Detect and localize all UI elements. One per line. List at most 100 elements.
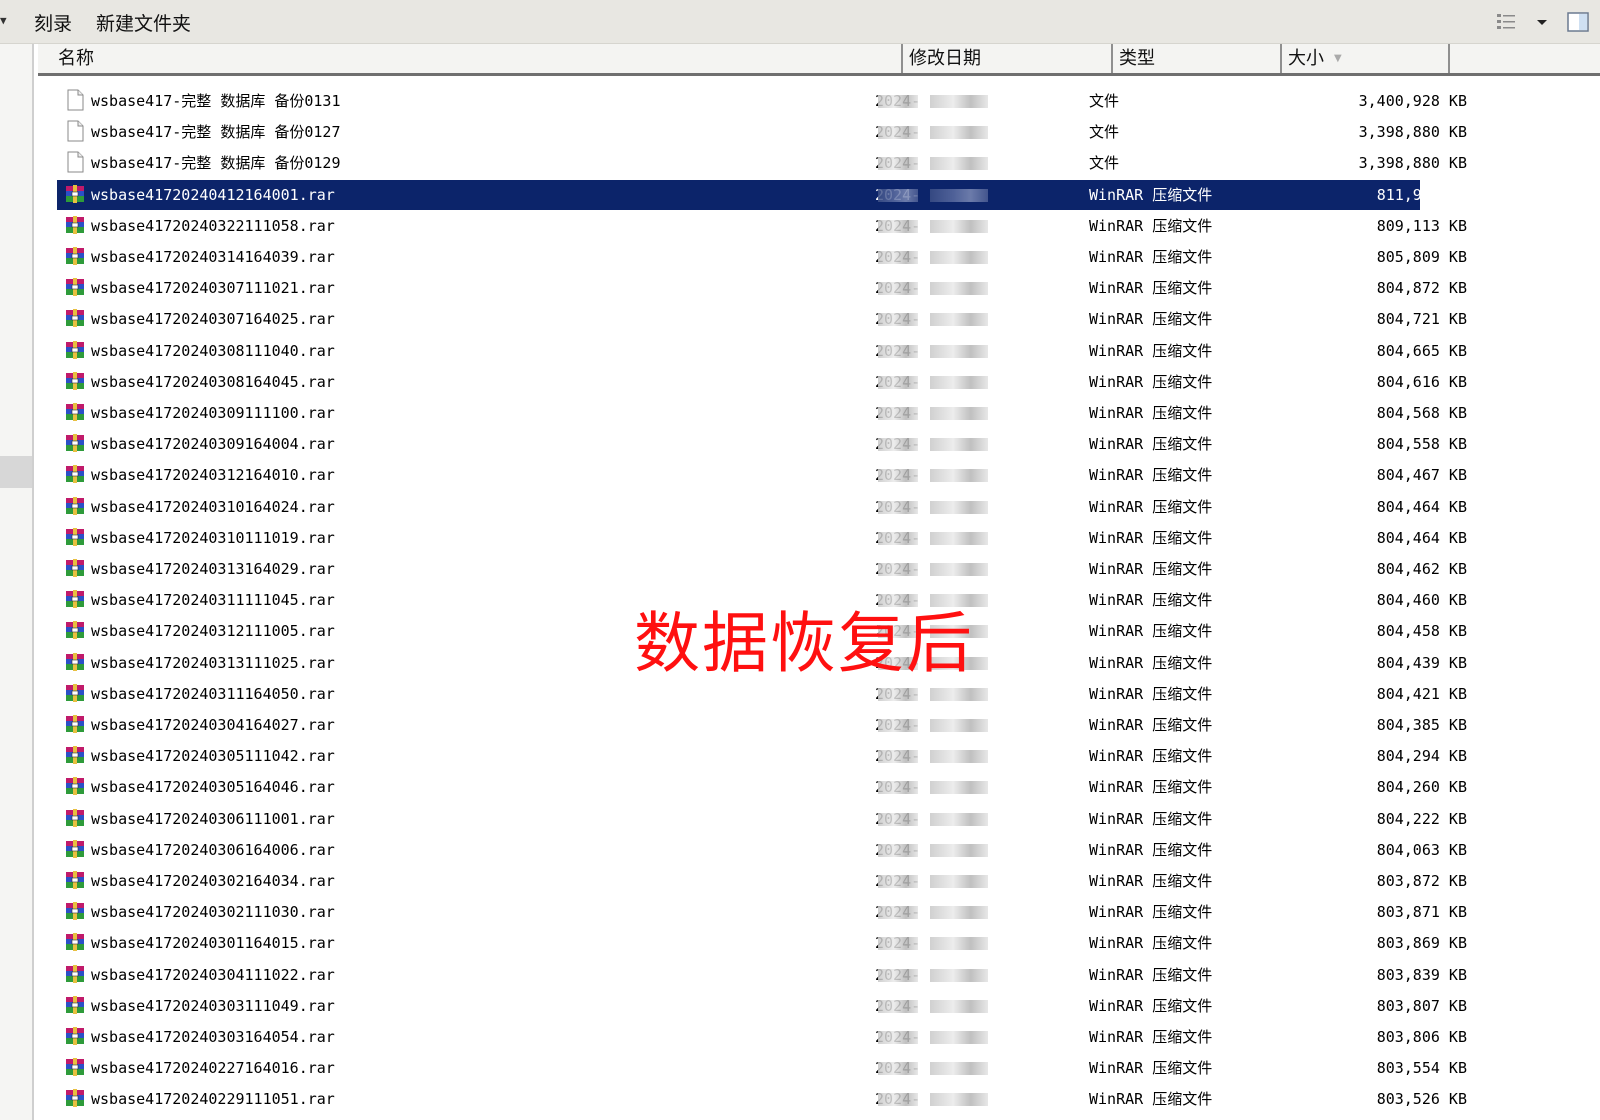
view-details-icon[interactable] xyxy=(1494,10,1518,34)
blank-file-icon xyxy=(67,151,84,173)
file-size: 804,460 KB xyxy=(1376,591,1467,610)
redacted-time-blur xyxy=(930,95,988,108)
column-header-size[interactable]: 大小 ▼ xyxy=(1282,44,1450,73)
redacted-date-blur xyxy=(878,843,918,857)
file-size: 804,616 KB xyxy=(1376,372,1467,391)
file-row[interactable]: wsbase41720240310111019.rar2024-WinRAR 压… xyxy=(57,523,1467,553)
file-type: WinRAR 压缩文件 xyxy=(1089,747,1213,766)
file-row[interactable]: wsbase41720240314164039.rar2024-WinRAR 压… xyxy=(57,242,1467,272)
redacted-time-blur xyxy=(930,843,988,857)
blank-file-icon xyxy=(67,89,84,111)
file-row[interactable]: wsbase417-完整 数据库 备份01292024-文件3,398,880 … xyxy=(57,148,1467,178)
file-row[interactable]: wsbase41720240302164034.rar2024-WinRAR 压… xyxy=(57,866,1467,896)
file-row[interactable]: wsbase41720240310164024.rar2024-WinRAR 压… xyxy=(57,492,1467,522)
file-row[interactable]: wsbase41720240307164025.rar2024-WinRAR 压… xyxy=(57,304,1467,334)
file-name: wsbase41720240311111045.rar xyxy=(91,591,335,610)
file-row[interactable]: wsbase41720240303164054.rar2024-WinRAR 压… xyxy=(57,1022,1467,1052)
file-size: 804,385 KB xyxy=(1376,716,1467,734)
winrar-icon xyxy=(66,1027,84,1045)
file-size: 803,871 KB xyxy=(1376,903,1467,922)
file-type: WinRAR 压缩文件 xyxy=(1089,684,1213,703)
file-size: 804,467 KB xyxy=(1376,466,1467,485)
redacted-date-blur xyxy=(878,157,918,171)
file-row[interactable]: wsbase41720240304111022.rar2024-WinRAR 压… xyxy=(57,960,1467,990)
file-type: WinRAR 压缩文件 xyxy=(1089,903,1213,922)
redacted-time-blur xyxy=(930,500,988,514)
dropdown-arrow-icon[interactable]: ▼ xyxy=(0,14,7,27)
file-size: 805,809 KB xyxy=(1376,248,1467,266)
redacted-date-blur xyxy=(878,719,918,732)
file-type: WinRAR 压缩文件 xyxy=(1089,872,1213,890)
winrar-icon xyxy=(66,871,84,889)
column-header-date[interactable]: 修改日期 xyxy=(903,44,1113,73)
column-header-type[interactable]: 类型 xyxy=(1113,44,1282,73)
file-row[interactable]: wsbase41720240227164016.rar2024-WinRAR 压… xyxy=(57,1053,1467,1083)
file-row[interactable]: wsbase41720240305164046.rar2024-WinRAR 压… xyxy=(57,772,1467,802)
file-row[interactable]: wsbase41720240303111049.rar2024-WinRAR 压… xyxy=(57,991,1467,1021)
file-row[interactable]: wsbase41720240322111058.rar2024-WinRAR 压… xyxy=(57,211,1467,241)
burn-button[interactable]: 刻录 xyxy=(34,9,72,36)
file-size: 811,954 KB xyxy=(1376,185,1467,204)
file-row[interactable]: wsbase41720240304164027.rar2024-WinRAR 压… xyxy=(57,710,1467,740)
file-row[interactable]: wsbase41720240313164029.rar2024-WinRAR 压… xyxy=(57,554,1467,584)
command-toolbar: ▼ 刻录 新建文件夹 xyxy=(0,0,1600,44)
winrar-icon xyxy=(66,1089,84,1108)
file-type: WinRAR 压缩文件 xyxy=(1089,341,1213,360)
redacted-date-blur xyxy=(878,219,918,233)
redacted-time-blur xyxy=(930,750,988,764)
file-row[interactable]: wsbase41720240301164015.rar2024-WinRAR 压… xyxy=(57,928,1467,958)
redacted-date-blur xyxy=(878,999,918,1013)
preview-pane-icon[interactable] xyxy=(1566,10,1590,34)
file-type: 文件 xyxy=(1089,154,1120,173)
file-name: wsbase41720240309164004.rar xyxy=(91,435,335,454)
redacted-date-blur xyxy=(878,126,918,140)
file-row[interactable]: wsbase417-完整 数据库 备份01272024-文件3,398,880 … xyxy=(57,117,1467,147)
winrar-icon xyxy=(66,247,84,265)
file-row[interactable]: wsbase41720240312164010.rar2024-WinRAR 压… xyxy=(57,460,1467,490)
file-name: wsbase41720240313164029.rar xyxy=(91,560,335,578)
file-type: WinRAR 压缩文件 xyxy=(1089,435,1213,454)
file-row[interactable]: wsbase41720240306164006.rar2024-WinRAR 压… xyxy=(57,835,1467,865)
file-type: 文件 xyxy=(1089,92,1120,110)
file-row[interactable]: wsbase41720240307111021.rar2024-WinRAR 压… xyxy=(57,273,1467,303)
file-type: WinRAR 压缩文件 xyxy=(1089,591,1213,610)
redacted-time-blur xyxy=(930,126,988,140)
file-size: 3,398,880 KB xyxy=(1358,123,1467,142)
redacted-time-blur xyxy=(930,438,988,452)
file-row[interactable]: wsbase41720240308111040.rar2024-WinRAR 压… xyxy=(57,336,1467,366)
file-name: wsbase41720240310111019.rar xyxy=(91,528,335,547)
redacted-time-blur xyxy=(930,937,988,951)
file-type: WinRAR 压缩文件 xyxy=(1089,528,1213,547)
file-row[interactable]: wsbase41720240302111030.rar2024-WinRAR 压… xyxy=(57,897,1467,927)
redacted-date-blur xyxy=(878,438,918,452)
column-header-type-label: 类型 xyxy=(1119,48,1155,69)
view-options-chevron-icon[interactable] xyxy=(1530,10,1554,34)
winrar-icon xyxy=(66,184,84,203)
file-row[interactable]: wsbase41720240412164001.rar2024-WinRAR 压… xyxy=(57,179,1467,210)
file-name: wsbase417-完整 数据库 备份0129 xyxy=(91,154,341,173)
file-row[interactable]: wsbase41720240309111100.rar2024-WinRAR 压… xyxy=(57,398,1467,428)
file-size: 804,464 KB xyxy=(1376,497,1467,516)
file-type: WinRAR 压缩文件 xyxy=(1089,372,1213,391)
redacted-date-blur xyxy=(878,531,918,545)
redacted-time-blur xyxy=(930,781,988,795)
navigation-pane[interactable] xyxy=(0,44,34,1120)
file-name: wsbase417-完整 数据库 备份0127 xyxy=(91,123,341,142)
file-row[interactable]: wsbase41720240309164004.rar2024-WinRAR 压… xyxy=(57,429,1467,459)
navigation-pane-selection[interactable] xyxy=(0,456,32,488)
file-row[interactable]: wsbase41720240308164045.rar2024-WinRAR 压… xyxy=(57,367,1467,397)
file-name: wsbase41720240305111042.rar xyxy=(91,747,335,766)
file-name: wsbase41720240304111022.rar xyxy=(91,965,335,984)
file-size: 3,400,928 KB xyxy=(1358,92,1467,110)
winrar-icon xyxy=(66,683,84,702)
file-type: WinRAR 压缩文件 xyxy=(1089,466,1213,485)
redacted-time-blur xyxy=(930,188,988,202)
file-row[interactable]: wsbase41720240306111001.rar2024-WinRAR 压… xyxy=(57,804,1467,834)
file-type: WinRAR 压缩文件 xyxy=(1089,809,1213,828)
file-row[interactable]: wsbase41720240305111042.rar2024-WinRAR 压… xyxy=(57,741,1467,771)
file-row[interactable]: wsbase41720240229111051.rar2024-WinRAR 压… xyxy=(57,1084,1467,1114)
new-folder-button[interactable]: 新建文件夹 xyxy=(96,9,191,36)
redacted-time-blur xyxy=(930,375,988,389)
file-row[interactable]: wsbase417-完整 数据库 备份01312024-文件3,400,928 … xyxy=(57,86,1467,116)
column-header-name[interactable]: 名称 xyxy=(52,44,903,73)
